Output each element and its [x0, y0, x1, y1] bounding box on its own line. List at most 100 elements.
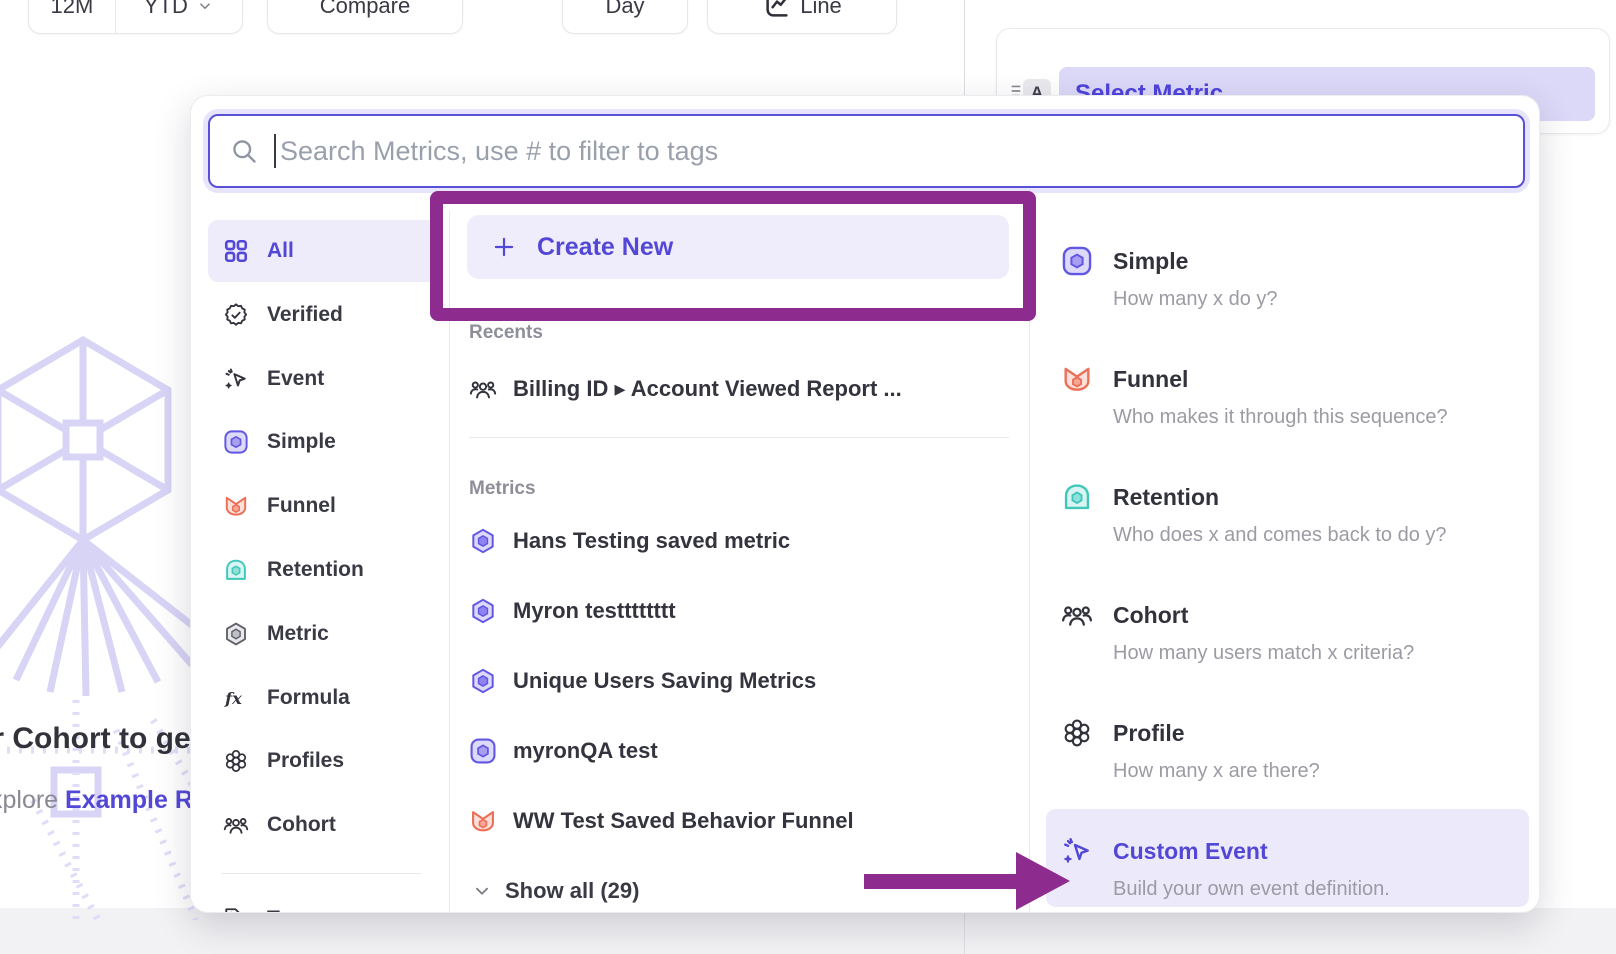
range-ytd-label: YTD [144, 0, 188, 19]
metric-type-simple[interactable]: Simple How many x do y? [1061, 245, 1521, 312]
cohort-icon [223, 812, 249, 838]
sidebar-item-simple[interactable]: Simple [208, 411, 438, 473]
sidebar-item-label: Cohort [267, 813, 336, 837]
recents-section-label: Recents [469, 322, 543, 344]
compare-button[interactable]: Compare [267, 0, 463, 34]
metric-item-label: WW Test Saved Behavior Funnel [513, 808, 854, 834]
metrics-section-label: Metrics [469, 478, 536, 500]
simple-icon [223, 429, 249, 455]
app-canvas: or Cohort to ge xplore Example R 12M YTD… [0, 0, 1616, 954]
metric-type-description: How many x do y? [1113, 286, 1521, 312]
recents-metrics-divider [469, 437, 1009, 438]
metric-type-title: Simple [1113, 245, 1188, 277]
search-icon [230, 137, 258, 165]
metric-item-label: Unique Users Saving Metrics [513, 668, 816, 694]
metric-picker-modal: All Verified Event Simple Funnel Retention Met… [190, 95, 1540, 913]
example-reports-link[interactable]: Example R [65, 786, 193, 814]
explore-text: xplore [0, 786, 65, 814]
profiles-icon [223, 748, 249, 774]
interval-day-button[interactable]: Day [562, 0, 688, 34]
chart-type-label: Line [800, 0, 842, 19]
sidebar-item-label: Simple [267, 430, 336, 454]
metric-type-title: Funnel [1113, 363, 1188, 395]
create-new-button[interactable]: Create New [467, 215, 1009, 279]
sidebar-item-label: Event [267, 367, 324, 391]
sidebar-item-label: All [267, 239, 294, 263]
sidebar-item-formula[interactable]: fx Formula [208, 667, 438, 729]
metric-list-item[interactable]: WW Test Saved Behavior Funnel [469, 803, 1009, 839]
verified-icon [223, 302, 249, 328]
range-12m-button[interactable]: 12M [29, 0, 115, 33]
metric-list-item[interactable]: Myron testttttttt [469, 593, 1009, 629]
grid-icon [223, 238, 249, 264]
sidebar-item-label: Funnel [267, 494, 336, 518]
metric-type-funnel[interactable]: FunnelWho makes it through this sequence… [1061, 363, 1521, 430]
cohort-icon [1061, 599, 1093, 631]
range-ytd-button[interactable]: YTD [115, 0, 242, 33]
event-icon [223, 366, 249, 392]
funnel-icon [223, 493, 249, 519]
show-all-label: Show all (29) [505, 878, 639, 904]
metric-type-profile[interactable]: Profile How many x are there? [1061, 717, 1521, 784]
sidebar-item-label: Tags [267, 907, 314, 913]
columns-divider [1029, 211, 1030, 913]
metric-purple-icon [469, 597, 497, 625]
chart-type-line-button[interactable]: Line [707, 0, 897, 34]
sidebar-item-retention[interactable]: Retention [208, 539, 438, 601]
sidebar-item-funnel[interactable]: Funnel [208, 475, 438, 537]
metric-list-item[interactable]: myronQA test [469, 733, 1009, 769]
tag-icon [223, 906, 249, 913]
sidebar-item-label: Profiles [267, 749, 344, 773]
background-explore-line: xplore Example R [0, 786, 193, 815]
formula-icon: fx [223, 685, 249, 711]
plus-icon [491, 234, 517, 260]
metric-type-cohort[interactable]: CohortHow many users match x criteria? [1061, 599, 1521, 666]
page-bottom-strip [0, 908, 1616, 954]
background-illustration [0, 330, 198, 920]
sidebar-divider [449, 211, 450, 913]
metric-type-title: Custom Event [1113, 835, 1268, 867]
metric-type-description: How many x are there? [1113, 758, 1521, 784]
retention-icon [223, 557, 249, 583]
chevron-down-icon [471, 880, 493, 902]
line-chart-icon [762, 0, 792, 21]
metric-type-title: Cohort [1113, 599, 1188, 631]
svg-text:fx: fx [224, 689, 242, 708]
sidebar-item-event[interactable]: Event [208, 348, 438, 410]
sidebar-item-cohort[interactable]: Cohort [208, 794, 438, 856]
metric-purple-icon [469, 667, 497, 695]
sidebar-item-profiles[interactable]: Profiles [208, 730, 438, 792]
metric-type-description: Build your own event definition. [1113, 876, 1521, 902]
metric-list-item[interactable]: Unique Users Saving Metrics [469, 663, 1009, 699]
metric-gray-icon [223, 621, 249, 647]
simple-icon [1061, 245, 1093, 277]
metric-list-item[interactable]: Hans Testing saved metric [469, 523, 1009, 559]
date-range-control: 12M YTD [28, 0, 243, 34]
range-12m-label: 12M [50, 0, 93, 19]
sidebar-item-label: Verified [267, 303, 343, 327]
sidebar-section-divider [221, 873, 421, 874]
funnel-icon [1061, 363, 1093, 395]
metric-item-label: Myron testttttttt [513, 598, 676, 624]
profiles-icon [1061, 717, 1093, 749]
recent-item[interactable]: Billing ID ▸ Account Viewed Report ... [469, 371, 1009, 407]
metric-item-label: Hans Testing saved metric [513, 528, 790, 554]
sidebar-item-tags[interactable]: Tags [208, 888, 438, 913]
create-new-label: Create New [537, 233, 673, 262]
show-all-button[interactable]: Show all (29) [471, 875, 771, 907]
metric-type-retention[interactable]: RetentionWho does x and comes back to do… [1061, 481, 1521, 548]
metric-type-custom-event[interactable]: Custom Event Build your own event definit… [1061, 835, 1521, 902]
sidebar-item-verified[interactable]: Verified [208, 284, 438, 346]
sidebar-item-label: Metric [267, 622, 329, 646]
sidebar-item-metric[interactable]: Metric [208, 603, 438, 665]
metric-type-title: Profile [1113, 717, 1185, 749]
funnel-icon [469, 807, 497, 835]
recent-item-label: Billing ID ▸ Account Viewed Report ... [513, 376, 902, 402]
sidebar-item-label: Formula [267, 686, 350, 710]
chevron-down-icon [196, 0, 214, 15]
custom-event-icon [1061, 835, 1093, 867]
sidebar-item-all[interactable]: All [208, 220, 438, 282]
metric-type-description: Who does x and comes back to do y? [1113, 522, 1521, 548]
metric-item-label: myronQA test [513, 738, 658, 764]
search-input[interactable] [208, 114, 1525, 188]
